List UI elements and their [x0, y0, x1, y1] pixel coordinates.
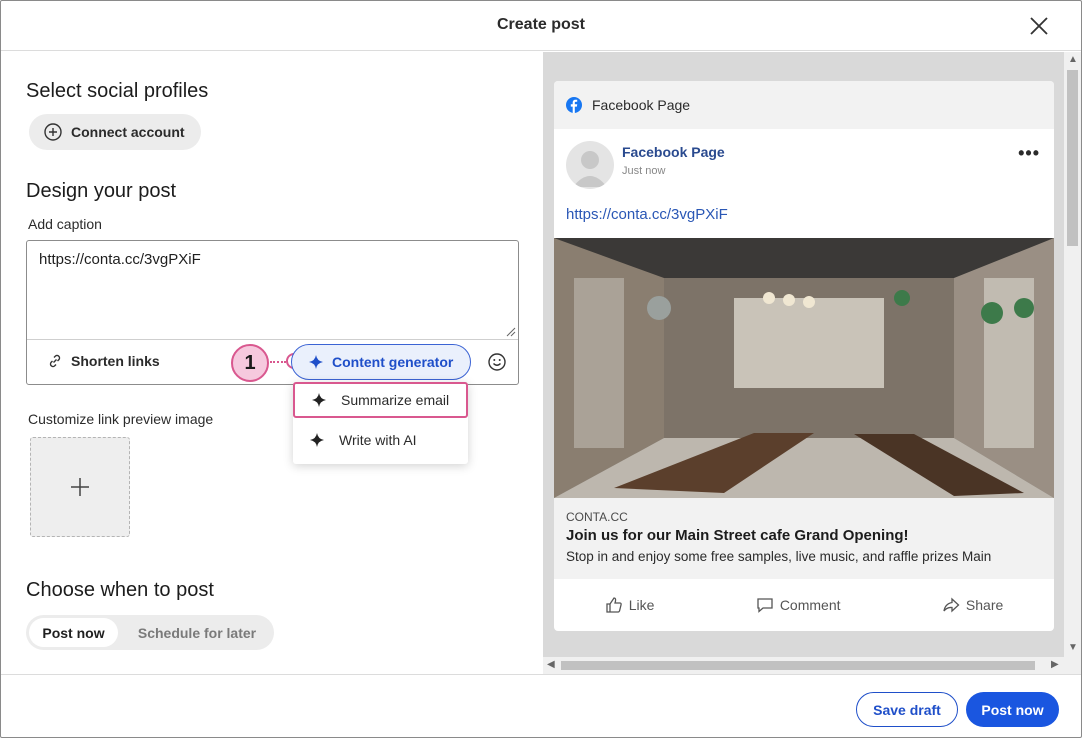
comment-button[interactable]: Comment — [756, 596, 841, 614]
scroll-down-icon[interactable]: ▼ — [1068, 642, 1078, 653]
facebook-preview-card: Facebook Page Facebook Page Just now •••… — [554, 81, 1054, 631]
link-preview-meta[interactable]: CONTA.CC Join us for our Main Street caf… — [554, 498, 1054, 579]
horizontal-scroll-thumb[interactable] — [561, 661, 1035, 670]
menu-item-label: Summarize email — [341, 392, 450, 408]
vertical-scroll-thumb[interactable] — [1067, 70, 1078, 246]
menu-item-summarize-email[interactable]: Summarize email — [293, 382, 468, 418]
scroll-right-icon[interactable]: ▶ — [1051, 659, 1059, 670]
menu-item-label: Write with AI — [339, 432, 417, 448]
post-actions: Like Comment Share — [554, 579, 1054, 631]
default-avatar-icon — [573, 151, 607, 187]
avatar — [566, 141, 614, 189]
shorten-links-label: Shorten links — [71, 353, 160, 369]
post-link[interactable]: https://conta.cc/3vgPXiF — [566, 206, 728, 223]
upload-image-button[interactable] — [30, 437, 130, 537]
plus-circle-icon — [44, 123, 62, 141]
horizontal-scrollbar[interactable]: ◀ ▶ — [543, 657, 1081, 674]
like-button[interactable]: Like — [605, 596, 655, 614]
link-domain: CONTA.CC — [566, 510, 628, 524]
more-options-icon[interactable]: ••• — [1018, 143, 1040, 164]
post-now-button[interactable]: Post now — [966, 692, 1059, 727]
emoji-icon[interactable] — [487, 352, 507, 372]
close-icon[interactable] — [1027, 14, 1051, 38]
connect-account-button[interactable]: Connect account — [29, 114, 201, 150]
caption-text[interactable]: https://conta.cc/3vgPXiF — [39, 251, 201, 268]
post-timing-toggle: Post now Schedule for later — [26, 615, 274, 650]
callout-connector — [270, 361, 286, 363]
shorten-links-button[interactable]: Shorten links — [47, 353, 160, 369]
page-name: Facebook Page — [622, 144, 725, 160]
sparkle-icon — [310, 433, 324, 447]
link-description: Stop in and enjoy some free samples, liv… — [566, 549, 992, 564]
vertical-scrollbar[interactable]: ▲ ▼ — [1064, 52, 1081, 657]
plus-icon — [71, 478, 89, 496]
menu-item-write-with-ai[interactable]: Write with AI — [293, 422, 468, 458]
link-icon — [49, 354, 61, 368]
share-button[interactable]: Share — [942, 596, 1003, 614]
preview-panel: Facebook Page Facebook Page Just now •••… — [543, 52, 1081, 674]
facebook-icon — [566, 97, 582, 113]
editor-panel: Select social profiles Connect account D… — [1, 52, 543, 674]
link-title: Join us for our Main Street cafe Grand O… — [566, 527, 909, 544]
callout-marker: 1 — [231, 344, 269, 382]
connect-account-label: Connect account — [71, 124, 185, 140]
modal-footer: Save draft Post now — [1, 674, 1081, 737]
save-draft-button[interactable]: Save draft — [856, 692, 958, 727]
post-time: Just now — [622, 165, 666, 177]
scroll-left-icon[interactable]: ◀ — [547, 659, 555, 670]
design-post-heading: Design your post — [26, 180, 177, 202]
content-generator-menu: Summarize email Write with AI — [293, 382, 468, 464]
cafe-photo — [554, 238, 1054, 498]
preview-image-label: Customize link preview image — [28, 411, 214, 427]
sparkle-icon — [309, 355, 323, 369]
scroll-up-icon[interactable]: ▲ — [1068, 54, 1078, 65]
content-generator-button[interactable]: Content generator — [291, 344, 471, 380]
schedule-later-option[interactable]: Schedule for later — [122, 618, 272, 647]
callout-number: 1 — [244, 351, 256, 374]
caption-label: Add caption — [28, 216, 102, 232]
choose-when-heading: Choose when to post — [26, 579, 214, 601]
share-icon — [943, 597, 960, 613]
like-label: Like — [628, 597, 655, 613]
resize-handle-icon[interactable] — [504, 325, 516, 337]
create-post-modal: Create post Select social profiles Conne… — [0, 0, 1082, 738]
modal-header: Create post — [1, 1, 1081, 51]
post-now-option[interactable]: Post now — [29, 618, 118, 647]
share-label: Share — [965, 597, 1004, 613]
content-generator-label: Content generator — [332, 354, 454, 370]
thumbs-up-icon — [606, 597, 622, 613]
platform-name: Facebook Page — [592, 97, 691, 113]
platform-header: Facebook Page — [554, 81, 1054, 129]
select-profiles-heading: Select social profiles — [26, 80, 209, 102]
sparkle-icon — [312, 393, 326, 407]
comment-icon — [757, 598, 773, 613]
modal-title: Create post — [496, 16, 586, 33]
comment-label: Comment — [779, 597, 841, 613]
